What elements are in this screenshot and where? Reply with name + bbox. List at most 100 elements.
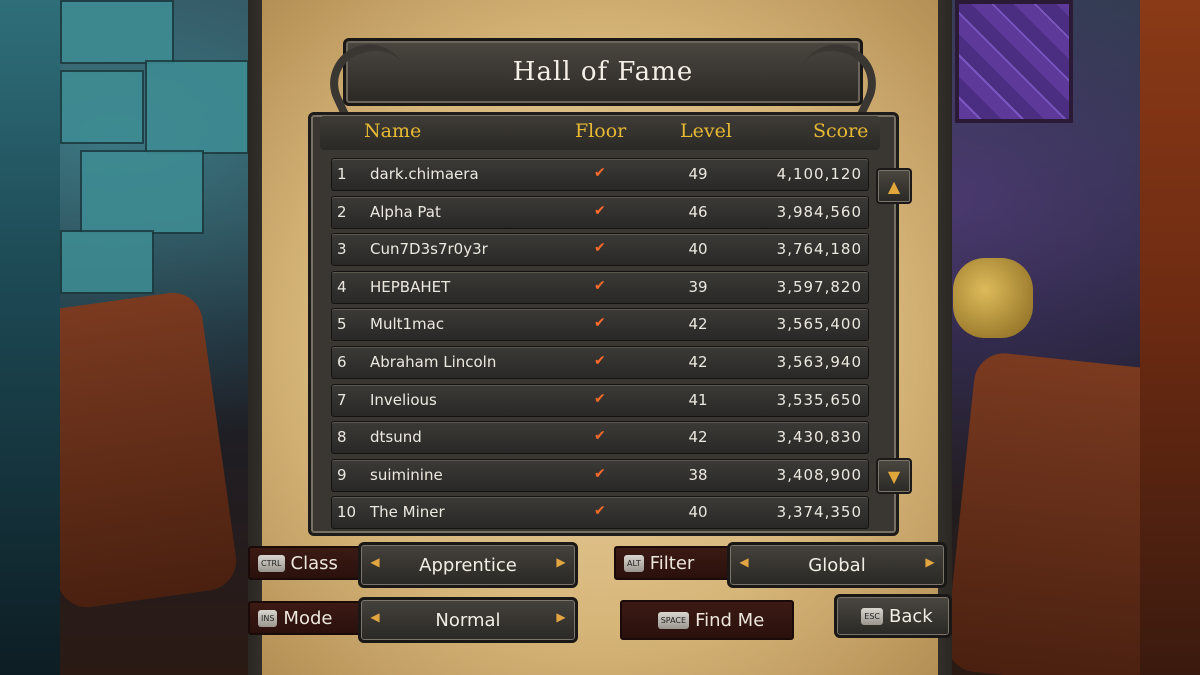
rank-cell: 7 [337, 390, 347, 409]
scroll-up-button[interactable]: ▲ [876, 168, 912, 204]
back-button[interactable]: ESC Back [834, 594, 952, 638]
checkmark-icon: ✔ [594, 390, 606, 407]
level-cell: 49 [688, 165, 708, 183]
ins-key-icon: INS [258, 609, 278, 627]
find-me-button[interactable]: SPACE Find Me [620, 600, 794, 640]
find-me-label: Find Me [695, 609, 765, 631]
title-bar: Hall of Fame [317, 31, 889, 127]
player-name-cell: Abraham Lincoln [370, 352, 497, 371]
mode-value: Normal [435, 609, 501, 631]
level-cell: 42 [688, 428, 708, 447]
level-cell: 41 [688, 390, 708, 409]
level-cell: 38 [688, 465, 708, 484]
column-header-score: Score [813, 120, 869, 142]
stone-block [145, 60, 249, 154]
rank-cell: 2 [337, 202, 347, 221]
checkmark-icon: ✔ [594, 503, 606, 520]
wooden-beam [60, 288, 241, 612]
player-name-cell: НЕРВАНЕТ [370, 277, 451, 296]
rank-cell: 6 [337, 352, 347, 371]
score-cell: 3,597,820 [776, 277, 862, 296]
rank-cell: 9 [337, 465, 347, 484]
ctrl-key-icon: CTRL [258, 554, 285, 572]
stone-block [60, 0, 174, 64]
column-header-name: Name [364, 120, 422, 142]
checkmark-icon: ✔ [594, 352, 606, 369]
table-row[interactable]: 10 The Miner ✔ 40 3,374,350 [331, 496, 869, 530]
rank-cell: 10 [337, 503, 357, 522]
score-cell: 3,563,940 [776, 352, 862, 371]
alt-key-icon: ALT [624, 554, 644, 572]
rank-cell: 1 [337, 165, 347, 183]
score-cell: 3,374,350 [776, 503, 862, 522]
mode-selector[interactable]: ◀ Normal ▶ [358, 597, 578, 643]
filter-selector[interactable]: ◀ Global ▶ [727, 542, 947, 588]
class-control: CTRL Class ◀ Apprentice ▶ [248, 542, 578, 588]
player-name-cell: dtsund [370, 428, 422, 447]
player-name-cell: Cun7D3s7r0y3r [370, 240, 488, 259]
arrow-right-icon[interactable]: ▶ [922, 555, 938, 569]
player-name-cell: The Miner [370, 503, 445, 522]
checkmark-icon: ✔ [594, 202, 606, 219]
filter-label: ALT Filter [614, 546, 743, 580]
level-cell: 39 [688, 277, 708, 296]
level-cell: 40 [688, 503, 708, 522]
score-cell: 3,984,560 [776, 202, 862, 221]
filter-value: Global [808, 554, 866, 576]
level-cell: 42 [688, 352, 708, 371]
scroll-down-button[interactable]: ▼ [876, 458, 912, 494]
chevron-up-icon: ▲ [887, 176, 901, 196]
wooden-beam [943, 350, 1140, 675]
stone-block [60, 230, 154, 294]
arrow-right-icon[interactable]: ▶ [553, 610, 569, 624]
arrow-left-icon[interactable]: ◀ [736, 555, 752, 569]
table-row[interactable]: 9 suiminine ✔ 38 3,408,900 [331, 458, 869, 492]
filter-control: ALT Filter ◀ Global ▶ [614, 542, 947, 588]
stained-glass-window [955, 0, 1073, 123]
right-letterbox [1140, 0, 1200, 675]
class-label-text: Class [290, 552, 338, 574]
back-label: Back [889, 605, 933, 627]
class-selector[interactable]: ◀ Apprentice ▶ [358, 542, 578, 588]
space-key-icon: SPACE [657, 611, 690, 629]
arrow-left-icon[interactable]: ◀ [367, 555, 383, 569]
table-row[interactable]: 8 dtsund ✔ 42 3,430,830 [331, 421, 869, 455]
column-header-floor: Floor [575, 120, 627, 142]
class-value: Apprentice [419, 554, 517, 576]
table-row[interactable]: 5 Mult1mac ✔ 42 3,565,400 [331, 308, 869, 342]
filter-label-text: Filter [649, 552, 695, 574]
player-name-cell: Alpha Pat [370, 202, 441, 221]
player-name-cell: dark.chimaera [370, 165, 479, 183]
column-header-level: Level [680, 120, 732, 142]
esc-key-icon: ESC [861, 607, 883, 625]
checkmark-icon: ✔ [594, 428, 606, 445]
score-cell: 4,100,120 [776, 165, 862, 183]
left-letterbox [0, 0, 60, 675]
chevron-down-icon: ▼ [887, 466, 901, 486]
level-cell: 42 [688, 315, 708, 334]
rank-cell: 4 [337, 277, 347, 296]
checkmark-icon: ✔ [594, 277, 606, 294]
table-row[interactable]: 2 Alpha Pat ✔ 46 3,984,560 [331, 195, 869, 229]
stone-block [80, 150, 204, 234]
table-row[interactable]: 6 Abraham Lincoln ✔ 42 3,563,940 [331, 345, 869, 379]
hall-of-fame-panel: Hall of Fame Name Floor Level Score 1 da… [248, 0, 952, 675]
stone-block [60, 70, 144, 144]
player-name-cell: Invelious [370, 390, 437, 409]
leaderboard-rows: 1 dark.chimaera ✔ 49 4,100,120 2 Alpha P… [331, 158, 869, 534]
arrow-right-icon[interactable]: ▶ [553, 555, 569, 569]
checkmark-icon: ✔ [594, 465, 606, 482]
level-cell: 40 [688, 240, 708, 259]
table-row[interactable]: 3 Cun7D3s7r0y3r ✔ 40 3,764,180 [331, 233, 869, 267]
rank-cell: 3 [337, 240, 347, 259]
score-cell: 3,535,650 [776, 390, 862, 409]
table-row[interactable]: 7 Invelious ✔ 41 3,535,650 [331, 383, 869, 417]
score-cell: 3,764,180 [776, 240, 862, 259]
arrow-left-icon[interactable]: ◀ [367, 610, 383, 624]
page-title: Hall of Fame [512, 57, 694, 87]
checkmark-icon: ✔ [594, 165, 606, 181]
table-row[interactable]: 1 dark.chimaera ✔ 49 4,100,120 [331, 158, 869, 191]
table-row[interactable]: 4 НЕРВАНЕТ ✔ 39 3,597,820 [331, 270, 869, 304]
score-cell: 3,430,830 [776, 428, 862, 447]
level-cell: 46 [688, 202, 708, 221]
